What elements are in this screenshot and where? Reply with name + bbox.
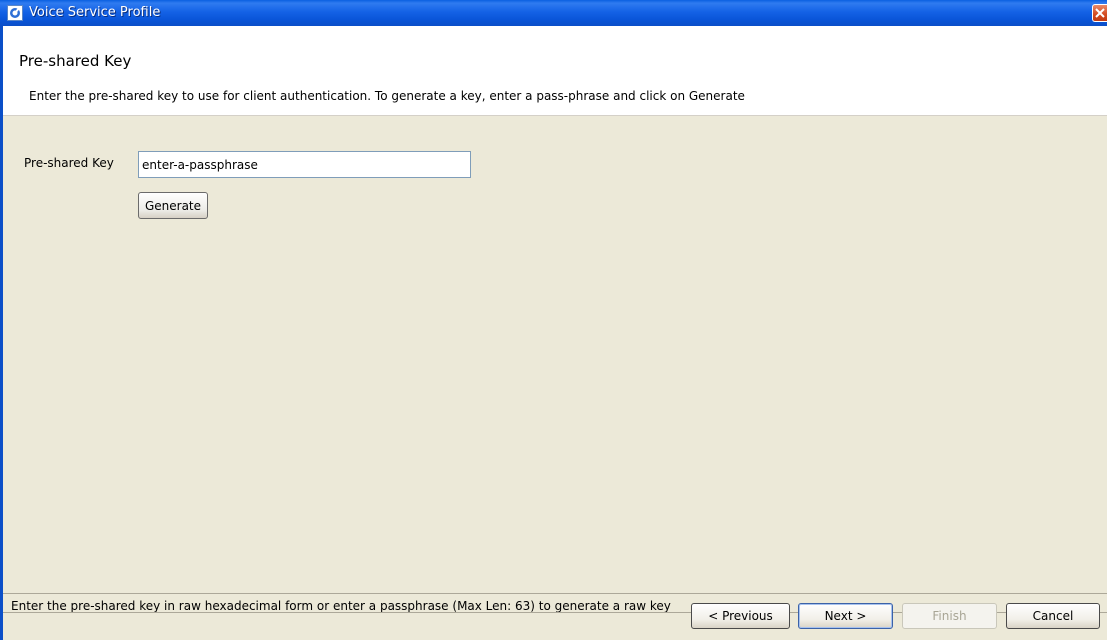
close-button[interactable] xyxy=(1092,4,1107,22)
wizard-content: Pre-shared Key Generate xyxy=(3,116,1107,593)
close-icon xyxy=(1095,8,1105,18)
pre-shared-key-input[interactable] xyxy=(138,151,471,178)
hint-text: Enter the pre-shared key in raw hexadeci… xyxy=(11,599,671,613)
finish-button[interactable]: Finish xyxy=(902,603,997,629)
dialog-window: Voice Service Profile Pre-shared Key Ent… xyxy=(0,0,1107,640)
generate-button[interactable]: Generate xyxy=(138,192,208,219)
previous-button[interactable]: < Previous xyxy=(691,603,790,629)
title-bar[interactable]: Voice Service Profile xyxy=(0,0,1107,26)
window-title: Voice Service Profile xyxy=(29,5,161,20)
page-title: Pre-shared Key xyxy=(19,52,132,70)
cancel-button[interactable]: Cancel xyxy=(1006,603,1100,629)
next-button[interactable]: Next > xyxy=(798,603,893,629)
page-description: Enter the pre-shared key to use for clie… xyxy=(29,89,745,103)
wizard-header: Pre-shared Key Enter the pre-shared key … xyxy=(3,26,1107,116)
pre-shared-key-label: Pre-shared Key xyxy=(24,156,114,170)
app-icon xyxy=(7,5,23,21)
